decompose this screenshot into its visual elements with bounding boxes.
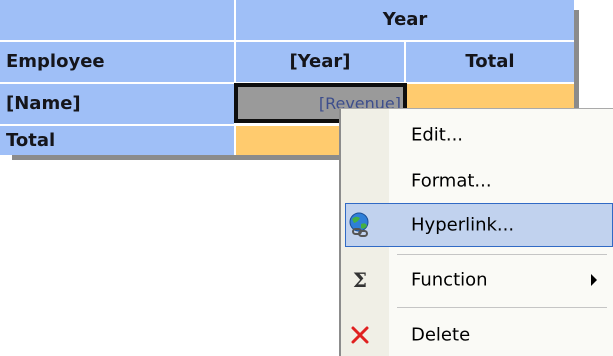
menu-item-hyperlink-label: Hyperlink...: [411, 214, 515, 236]
column-total-cell[interactable]: [236, 126, 340, 155]
menu-item-format[interactable]: Format...: [341, 159, 613, 203]
grid-shadow-bottom: [12, 155, 342, 160]
year-field-header[interactable]: [Year]: [236, 42, 406, 84]
menu-item-function[interactable]: Σ Function: [341, 258, 613, 302]
context-menu: Edit... Format... Hyperlink... Σ Functio…: [339, 108, 613, 356]
menu-item-edit[interactable]: Edit...: [341, 113, 613, 157]
column-total-header[interactable]: Total: [406, 42, 574, 84]
year-group-header[interactable]: Year: [236, 0, 574, 42]
employee-header[interactable]: Employee: [0, 42, 236, 84]
sigma-icon: Σ: [352, 268, 368, 292]
menu-item-edit-label: Edit...: [411, 124, 464, 146]
menu-item-function-label: Function: [411, 269, 488, 291]
menu-item-delete[interactable]: Delete: [341, 313, 613, 356]
row-total-header[interactable]: Total: [0, 126, 236, 155]
menu-separator: [397, 254, 607, 255]
menu-separator: [397, 307, 607, 308]
globe-link-icon: [347, 212, 373, 238]
name-row-header[interactable]: [Name]: [0, 84, 236, 126]
submenu-arrow-icon: [591, 274, 597, 286]
menu-item-format-label: Format...: [411, 170, 492, 192]
menu-item-delete-label: Delete: [411, 324, 471, 346]
menu-item-hyperlink[interactable]: Hyperlink...: [345, 203, 613, 247]
red-x-icon: [347, 322, 373, 348]
corner-cell[interactable]: [0, 0, 236, 42]
